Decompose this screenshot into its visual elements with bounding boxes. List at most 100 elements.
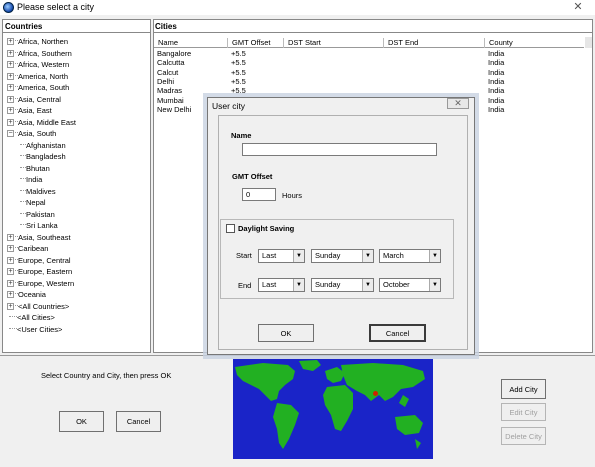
expand-icon[interactable]: +	[7, 268, 14, 275]
tree-connector	[9, 327, 17, 329]
expand-icon[interactable]: +	[7, 38, 14, 45]
hours-label: Hours	[282, 191, 303, 200]
tree-item-label: Africa, Northen	[18, 37, 69, 46]
expand-icon[interactable]: +	[7, 95, 14, 103]
end-week-select[interactable]: Last ▼	[258, 278, 305, 292]
gmt-offset-input[interactable]: 0	[242, 188, 276, 201]
header-spacer	[585, 37, 592, 48]
expand-icon[interactable]: +	[7, 84, 14, 91]
tree-item[interactable]: + Europe, Eastern	[7, 266, 72, 277]
expand-icon[interactable]: +	[7, 233, 14, 241]
end-day-select[interactable]: Sunday ▼	[311, 278, 374, 292]
gmt-offset-label: GMT Offset	[232, 172, 273, 181]
tree-item[interactable]: Sri Lanka	[20, 220, 58, 231]
expand-icon[interactable]: +	[7, 72, 14, 80]
city-cell[interactable]: Bangalore	[157, 49, 191, 58]
expand-icon[interactable]: +	[7, 61, 14, 68]
tree-item[interactable]: + Oceania	[7, 289, 46, 300]
dialog-ok-button[interactable]: OK	[258, 324, 314, 342]
city-cell: India	[488, 67, 505, 77]
expand-icon[interactable]: +	[7, 245, 14, 252]
tree-item[interactable]: + Asia, Middle East	[7, 117, 76, 128]
column-name[interactable]: Name	[154, 38, 228, 48]
expand-icon[interactable]: +	[7, 291, 14, 298]
tree-connector	[9, 316, 17, 317]
tree-item[interactable]: + Asia, Central	[7, 94, 61, 105]
end-label: End	[238, 281, 252, 290]
tree-item-label: <All Countries>	[18, 301, 70, 311]
start-week-select[interactable]: Last ▼	[258, 249, 305, 263]
tree-item[interactable]: India	[20, 174, 42, 185]
column-dst-end[interactable]: DST End	[384, 38, 485, 48]
tree-item-label: Caribean	[18, 244, 49, 253]
expand-icon[interactable]: +	[7, 118, 14, 126]
column-gmt-offset[interactable]: GMT Offset	[228, 38, 284, 48]
tree-item[interactable]: Bhutan	[20, 163, 50, 174]
city-cell[interactable]: Mumbai	[157, 96, 184, 105]
expand-icon[interactable]: +	[7, 49, 14, 57]
start-day-value: Sunday	[315, 251, 341, 260]
tree-item[interactable]: + America, South	[7, 82, 69, 93]
tree-item[interactable]: − Asia, South	[7, 128, 56, 139]
city-cell[interactable]: Madras	[157, 86, 182, 95]
chevron-down-icon: ▼	[429, 279, 440, 291]
tree-item-label: Asia, Southeast	[18, 232, 71, 242]
tree-item[interactable]: + Europe, Western	[7, 278, 74, 289]
tree-item[interactable]: + Africa, Western	[7, 59, 69, 70]
daylight-saving-checkbox[interactable]	[226, 224, 235, 233]
collapse-icon[interactable]: −	[7, 130, 14, 137]
tree-item[interactable]: Pakistan	[20, 209, 55, 220]
world-map-graphic	[235, 360, 425, 449]
dialog-cancel-button[interactable]: Cancel	[369, 324, 426, 342]
tree-item-label: Asia, East	[18, 106, 52, 115]
end-month-select[interactable]: October ▼	[379, 278, 441, 292]
tree-item[interactable]: Bangladesh	[20, 151, 66, 162]
dialog-close-icon[interactable]: ✕	[447, 98, 469, 109]
tree-item[interactable]: Nepal	[20, 197, 46, 208]
start-day-select[interactable]: Sunday ▼	[311, 249, 374, 263]
city-cell: India	[488, 49, 505, 58]
tree-item[interactable]: <All Cities>	[9, 312, 55, 323]
tree-item[interactable]: + Africa, Southern	[7, 48, 72, 59]
tree-item-label: Pakistan	[26, 209, 55, 219]
city-cell: India	[488, 104, 505, 114]
city-cell[interactable]: Delhi	[157, 77, 174, 86]
start-month-select[interactable]: March ▼	[379, 249, 441, 263]
city-cell[interactable]: New Delhi	[157, 105, 191, 114]
column-dst-start[interactable]: DST Start	[284, 38, 384, 48]
expand-icon[interactable]: +	[7, 302, 14, 310]
world-map	[233, 359, 433, 459]
tree-item[interactable]: Maldives	[20, 186, 56, 197]
delete-city-button[interactable]: Delete City	[501, 427, 546, 445]
ok-button[interactable]: OK	[59, 411, 104, 432]
tree-item[interactable]: + Caribean	[7, 243, 48, 254]
tree-item-label: Bhutan	[26, 163, 50, 173]
city-cell[interactable]: Calcut	[157, 68, 178, 77]
window-title: Please select a city	[17, 2, 95, 12]
window-close-icon[interactable]: ✕	[572, 1, 584, 13]
chevron-down-icon: ▼	[362, 250, 373, 262]
tree-item[interactable]: <User Cities>	[9, 324, 62, 335]
tree-item[interactable]: + Europe, Central	[7, 255, 71, 266]
cancel-button[interactable]: Cancel	[116, 411, 161, 432]
tree-item[interactable]: + <All Countries>	[7, 301, 69, 312]
location-marker-icon	[373, 391, 378, 396]
tree-item[interactable]: + Asia, Southeast	[7, 232, 71, 243]
expand-icon[interactable]: +	[7, 107, 14, 114]
city-cell: +5.5	[231, 76, 246, 86]
add-city-button[interactable]: Add City	[501, 379, 546, 399]
tree-item[interactable]: + Africa, Northen	[7, 36, 68, 47]
end-week-value: Last	[262, 280, 277, 289]
expand-icon[interactable]: +	[7, 256, 14, 264]
tree-item[interactable]: + Asia, East	[7, 105, 52, 116]
expand-icon[interactable]: +	[7, 279, 14, 287]
instruction-text: Select Country and City, then press OK	[41, 371, 172, 380]
column-county[interactable]: County	[485, 38, 584, 48]
name-input[interactable]	[242, 143, 437, 156]
city-cell[interactable]: Calcutta	[157, 58, 185, 67]
edit-city-button[interactable]: Edit City	[501, 403, 546, 421]
city-cell: India	[488, 95, 505, 105]
tree-item[interactable]: Afghanistan	[20, 140, 66, 151]
tree-item[interactable]: + America, North	[7, 71, 68, 82]
countries-divider	[3, 32, 150, 33]
